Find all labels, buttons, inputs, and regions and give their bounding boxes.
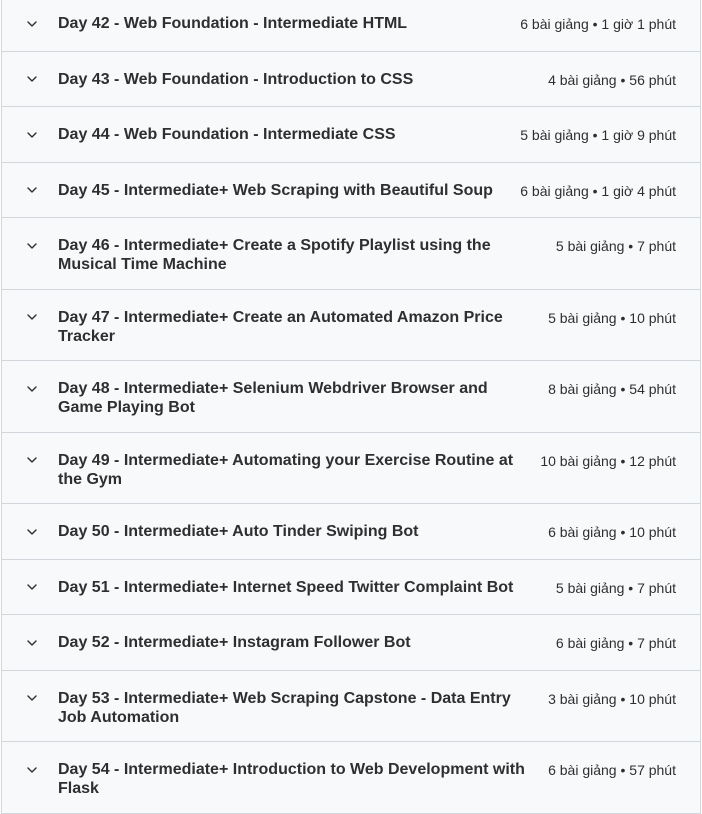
course-section-toggle[interactable]: Day 52 - Intermediate+ Instagram Followe… <box>2 615 700 671</box>
section-title: Day 53 - Intermediate+ Web Scraping Caps… <box>58 689 511 726</box>
course-section-toggle[interactable]: Day 49 - Intermediate+ Automating your E… <box>2 432 700 504</box>
section-title: Day 51 - Intermediate+ Internet Speed Tw… <box>58 578 514 596</box>
section-title: Day 49 - Intermediate+ Automating your E… <box>58 451 514 488</box>
section-title: Day 43 - Web Foundation - Introduction t… <box>58 70 414 88</box>
section-title: Day 48 - Intermediate+ Selenium Webdrive… <box>58 380 488 416</box>
chevron-down-icon <box>26 379 50 398</box>
chevron-down-icon <box>26 451 50 470</box>
course-section-toggle[interactable]: Day 47 - Intermediate+ Create an Automat… <box>2 289 700 361</box>
course-section-toggle[interactable]: Day 54 - Intermediate+ Introduction to W… <box>2 742 700 814</box>
chevron-down-icon <box>26 760 50 779</box>
chevron-down-icon <box>26 689 50 708</box>
course-section-toggle[interactable]: Day 44 - Web Foundation - Intermediate C… <box>2 107 700 163</box>
course-section-toggle[interactable]: Day 50 - Intermediate+ Auto Tinder Swipi… <box>2 504 700 560</box>
section-title: Day 42 - Web Foundation - Intermediate H… <box>58 15 408 32</box>
chevron-down-icon <box>26 181 50 200</box>
course-section-toggle[interactable]: Day 48 - Intermediate+ Selenium Webdrive… <box>2 361 700 433</box>
course-section-toggle[interactable]: Day 43 - Web Foundation - Introduction t… <box>2 51 700 107</box>
section-lecture-count: 6 bài giảng • 57 phút <box>548 762 676 778</box>
section-title: Day 50 - Intermediate+ Auto Tinder Swipi… <box>58 523 419 540</box>
section-lecture-count: 5 bài giảng • 10 phút <box>548 309 676 326</box>
section-lecture-count: 5 bài giảng • 1 giờ 9 phút <box>520 127 676 143</box>
section-lecture-count: 6 bài giảng • 1 giờ 1 phút <box>520 16 676 32</box>
section-lecture-count: 5 bài giảng • 7 phút <box>555 238 676 254</box>
section-lecture-count: 3 bài giảng • 10 phút <box>548 690 676 707</box>
chevron-down-icon <box>26 578 50 597</box>
section-title: Day 52 - Intermediate+ Instagram Followe… <box>58 634 411 651</box>
section-title: Day 45 - Intermediate+ Web Scraping with… <box>58 181 493 199</box>
chevron-down-icon <box>26 522 50 541</box>
course-section-toggle[interactable]: Day 53 - Intermediate+ Web Scraping Caps… <box>2 670 700 742</box>
section-lecture-count: 6 bài giảng • 1 giờ 4 phút <box>520 182 676 199</box>
section-lecture-count: 8 bài giảng • 54 phút <box>548 381 676 397</box>
section-lecture-count: 10 bài giảng • 12 phút <box>540 452 676 469</box>
section-lecture-count: 6 bài giảng • 10 phút <box>548 524 676 540</box>
course-section-toggle[interactable]: Day 51 - Intermediate+ Internet Speed Tw… <box>2 559 700 615</box>
section-title: Day 54 - Intermediate+ Introduction to W… <box>58 761 525 797</box>
chevron-down-icon <box>26 125 50 144</box>
section-title: Day 44 - Web Foundation - Intermediate C… <box>58 126 396 143</box>
chevron-down-icon <box>26 236 50 255</box>
curriculum-accordion: Day 42 - Web Foundation - Intermediate H… <box>1 0 701 814</box>
chevron-down-icon <box>26 14 50 33</box>
course-section-toggle[interactable]: Day 42 - Web Foundation - Intermediate H… <box>2 0 700 52</box>
chevron-down-icon <box>26 633 50 652</box>
section-lecture-count: 5 bài giảng • 7 phút <box>555 579 676 596</box>
course-section-toggle[interactable]: Day 46 - Intermediate+ Create a Spotify … <box>2 218 700 290</box>
section-lecture-count: 4 bài giảng • 56 phút <box>548 71 676 88</box>
section-lecture-count: 6 bài giảng • 7 phút <box>555 635 676 651</box>
section-title: Day 47 - Intermediate+ Create an Automat… <box>58 308 503 345</box>
course-section-toggle[interactable]: Day 45 - Intermediate+ Web Scraping with… <box>2 162 700 218</box>
chevron-down-icon <box>26 70 50 89</box>
chevron-down-icon <box>26 308 50 327</box>
section-title: Day 46 - Intermediate+ Create a Spotify … <box>58 237 491 273</box>
